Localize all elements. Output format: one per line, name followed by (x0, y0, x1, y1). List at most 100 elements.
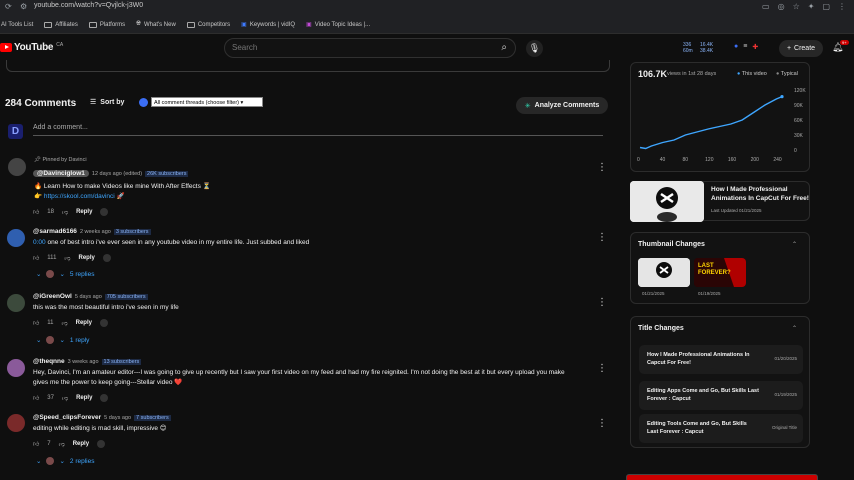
reply-button[interactable]: Reply (76, 320, 92, 326)
sidepanel-icon[interactable]: ▢ (822, 2, 830, 11)
comment-text: 🔥 Learn How to make Videos like mine Wit… (34, 183, 211, 190)
reply-button[interactable]: Reply (76, 395, 92, 401)
gift-icon[interactable]: ✚ (752, 43, 758, 51)
youtube-logo[interactable]: YouTube CA (0, 42, 63, 53)
series-line (639, 95, 783, 150)
view-replies-button[interactable]: ⌄ ⌄ 2 replies (36, 457, 94, 465)
chevron-up-icon[interactable]: ⌃ (792, 325, 797, 332)
comment-filter-select[interactable]: All comment threads (choose filter) ▾ (151, 97, 263, 107)
avatar[interactable] (7, 414, 25, 432)
avatar[interactable] (8, 158, 26, 176)
bookmark-item[interactable]: AI Tools List (1, 22, 33, 28)
cast-icon[interactable]: ▭ (762, 2, 770, 11)
reply-button[interactable]: Reply (76, 209, 92, 215)
avatar[interactable] (7, 359, 25, 377)
reply-button[interactable]: Reply (79, 255, 95, 261)
bookmark-item[interactable]: ▣ Video Topic Ideas |... (306, 21, 370, 29)
y-tick-label: 90K (794, 103, 804, 109)
thumbnail-changes-title: Thumbnail Changes (638, 241, 705, 248)
avatar[interactable] (7, 294, 25, 312)
create-button[interactable]: + Create (779, 40, 823, 57)
url-text[interactable]: youtube.com/watch?v=Qvjlck-j3W0 (34, 2, 143, 9)
like-icon[interactable]: 👍︎ (33, 254, 39, 262)
more-icon[interactable]: ⋮ (597, 162, 607, 173)
bookmark-item[interactable]: 🌐︎ What's New (136, 21, 176, 28)
comments-count: 284 Comments (5, 98, 77, 109)
more-icon[interactable]: ⋮ (597, 363, 607, 374)
y-tick-label: 120K (794, 88, 806, 94)
description-card-bottom (6, 60, 610, 72)
add-comment-input[interactable]: Add a comment... (33, 124, 88, 131)
title-change-row[interactable]: Editing Tools Come and Go, But Skills La… (639, 414, 803, 443)
menu-icon[interactable]: ⋮ (838, 2, 846, 11)
like-icon[interactable]: 👍︎ (33, 394, 39, 402)
like-icon[interactable]: 👍︎ (33, 440, 39, 448)
timestamp-link[interactable]: 0:00 (33, 239, 46, 246)
sort-by-button[interactable]: ☰ Sort by (90, 98, 124, 107)
thumbnail-version[interactable] (638, 258, 690, 287)
y-tick-label: 60K (794, 118, 804, 124)
replies-chevron-icon: ⌄ (59, 458, 65, 465)
subscribe-banner[interactable] (626, 474, 818, 480)
like-icon[interactable]: 👍︎ (33, 319, 39, 327)
star-icon[interactable]: ☆ (793, 2, 800, 11)
youtube-play-icon (0, 43, 12, 52)
more-icon[interactable]: ⋮ (597, 297, 607, 308)
bookmarks-bar: AI Tools List Affiliates Platforms 🌐︎ Wha… (0, 16, 854, 34)
x-tick-label: 120 (705, 157, 714, 163)
extension-icon[interactable]: ✦ (808, 2, 815, 11)
comment-author[interactable]: @theqnne (33, 358, 65, 365)
video-updated: Last Updated 01/21/2025 (711, 208, 762, 213)
eye-icon[interactable]: ◎ (778, 2, 785, 11)
dislike-icon[interactable]: 👎︎ (64, 254, 70, 262)
like-icon[interactable]: 👍︎ (33, 208, 39, 216)
folder-icon (186, 21, 195, 28)
search-box[interactable]: ⌕ (224, 38, 516, 58)
comment-text: this was the most beautiful intro i've s… (33, 304, 179, 311)
bookmark-item[interactable]: Competitors (186, 21, 230, 28)
legend-typical: ● Typical (776, 71, 798, 77)
x-tick-label: 160 (728, 157, 737, 163)
dislike-icon[interactable]: 👎︎ (62, 208, 68, 216)
thumbnail-date: 01/19/2025 (698, 291, 721, 296)
creator-heart-icon (99, 319, 108, 327)
comment-author[interactable]: @sarmad6166 (33, 228, 77, 235)
chevron-up-icon[interactable]: ⌃ (792, 241, 797, 248)
video-thumbnail[interactable] (630, 181, 704, 222)
thumbnail-version[interactable]: LAST FOREVER? (694, 258, 746, 287)
video-title[interactable]: How I Made Professional Animations In Ca… (711, 186, 811, 203)
bookmark-item[interactable]: Affiliates (44, 21, 78, 28)
reply-button[interactable]: Reply (73, 441, 89, 447)
search-input[interactable] (232, 43, 482, 52)
site-info-icon[interactable]: ⚙ (20, 2, 27, 11)
title-change-row[interactable]: How I Made Professional Animations In Ca… (639, 345, 803, 374)
comment-author[interactable]: @Speed_clipsForever (33, 414, 101, 421)
reload-icon[interactable]: ⟳ (5, 2, 12, 11)
comment-author[interactable]: @Davinciglow1 (33, 170, 89, 177)
list-icon[interactable]: ≡ (743, 43, 747, 51)
dislike-icon[interactable]: 👎︎ (59, 440, 65, 448)
more-icon[interactable]: ⋮ (597, 232, 607, 243)
legend-this-video: ● This video (737, 71, 767, 77)
analyze-comments-button[interactable]: ✳ Analyze Comments (516, 97, 608, 114)
comment-link[interactable]: https://skool.com/davinci (44, 193, 115, 200)
avatar[interactable] (7, 229, 25, 247)
comment-text: 0:00 one of best intro i've ever seen in… (33, 239, 310, 246)
dislike-icon[interactable]: 👎︎ (62, 319, 68, 327)
mini-stats: 336 60m (683, 42, 693, 54)
bookmark-item[interactable]: ▣ Keywords | vidIQ (241, 21, 295, 29)
title-change-row[interactable]: Editing Apps Come and Go, But Skills Las… (639, 381, 803, 410)
dislike-icon[interactable]: 👎︎ (62, 394, 68, 402)
comment-author[interactable]: @iGreenOwl (33, 293, 72, 300)
mic-icon[interactable]: 🎙︎ (526, 40, 543, 57)
folder-icon (44, 21, 53, 28)
chevron-down-icon: ⌄ (36, 337, 42, 344)
view-replies-button[interactable]: ⌄ ⌄ 5 replies (36, 270, 94, 278)
vidiq-icon[interactable]: ● (734, 43, 738, 51)
view-replies-button[interactable]: ⌄ ⌄ 1 reply (36, 336, 89, 344)
bookmark-item[interactable]: Platforms (88, 21, 125, 28)
video-thumbnail-art (630, 181, 704, 222)
search-icon[interactable]: ⌕ (501, 42, 507, 53)
more-icon[interactable]: ⋮ (597, 418, 607, 429)
notification-badge: 9+ (840, 40, 849, 45)
